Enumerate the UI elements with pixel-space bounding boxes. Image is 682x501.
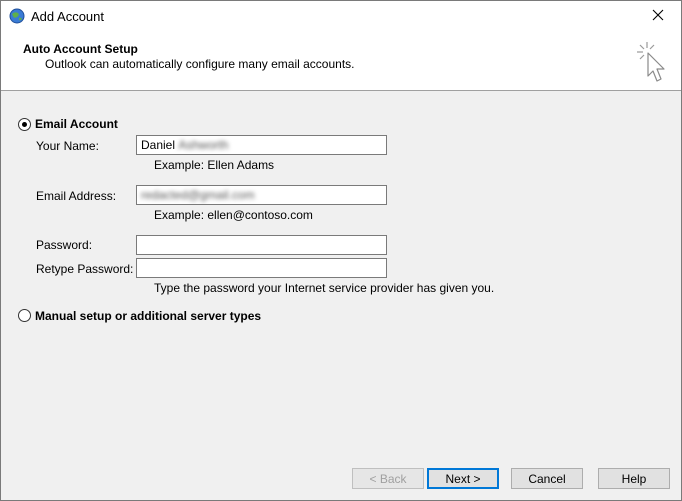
next-button[interactable]: Next > — [427, 468, 499, 489]
manual-setup-radio[interactable] — [18, 309, 31, 322]
cancel-button[interactable]: Cancel — [511, 468, 583, 489]
your-name-obscured-value: Ashworth — [178, 138, 229, 152]
dialog-footer: < Back Next > Cancel Help — [1, 460, 681, 500]
your-name-value: Daniel — [141, 138, 176, 152]
manual-setup-label[interactable]: Manual setup or additional server types — [35, 309, 261, 323]
email-address-example: Example: ellen@contoso.com — [154, 208, 313, 222]
email-address-obscured-value: redacted@gmail.com — [141, 188, 255, 202]
page-title: Auto Account Setup — [23, 42, 138, 56]
close-button[interactable] — [635, 1, 681, 32]
email-address-label: Email Address: — [36, 189, 117, 203]
page-subtitle: Outlook can automatically configure many… — [45, 57, 355, 71]
back-button[interactable]: < Back — [352, 468, 424, 489]
wizard-header: Auto Account Setup Outlook can automatic… — [1, 32, 681, 91]
password-hint: Type the password your Internet service … — [154, 281, 495, 295]
password-input[interactable] — [136, 235, 387, 255]
retype-password-input[interactable] — [136, 258, 387, 278]
password-label: Password: — [36, 238, 93, 252]
window-title: Add Account — [31, 9, 104, 24]
title-bar: Add Account — [1, 1, 681, 32]
help-button[interactable]: Help — [598, 468, 670, 489]
email-account-radio[interactable] — [18, 118, 31, 131]
your-name-example: Example: Ellen Adams — [154, 158, 275, 172]
retype-password-label: Retype Password: — [36, 262, 134, 276]
email-account-label[interactable]: Email Account — [35, 117, 118, 131]
your-name-label: Your Name: — [36, 139, 99, 153]
your-name-input[interactable]: Daniel Ashworth — [136, 135, 387, 155]
email-address-input[interactable]: redacted@gmail.com — [136, 185, 387, 205]
wizard-cursor-icon — [633, 38, 669, 86]
outlook-globe-icon — [9, 8, 25, 24]
close-icon — [652, 9, 664, 24]
add-account-dialog: Add Account Auto Account Setup Outlook c… — [0, 0, 682, 501]
